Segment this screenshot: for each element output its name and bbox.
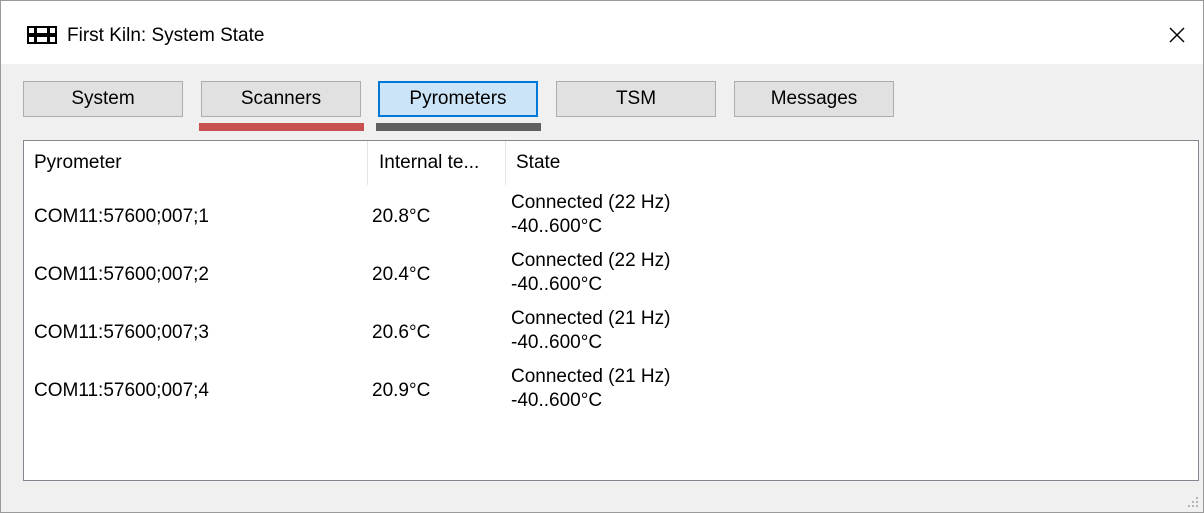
table-row[interactable]: COM11:57600;007;3 20.6°C Connected (21 H…: [24, 301, 1198, 359]
tab-bar: System Scanners Pyrometers TSM Messages: [1, 64, 1203, 139]
tab-system[interactable]: System: [23, 81, 183, 117]
pyrometers-status-bar: [376, 123, 541, 131]
resize-grip-icon[interactable]: [1185, 494, 1199, 508]
tab-messages[interactable]: Messages: [734, 81, 894, 117]
pyrometer-id: COM11:57600;007;1: [34, 206, 209, 227]
table-row[interactable]: COM11:57600;007;1 20.8°C Connected (22 H…: [24, 185, 1198, 243]
title-bar: First Kiln: System State: [1, 1, 1203, 64]
table-row[interactable]: COM11:57600;007;4 20.9°C Connected (21 H…: [24, 359, 1198, 417]
state-status: Connected (22 Hz): [511, 192, 671, 213]
pyrometer-id: COM11:57600;007;3: [34, 322, 209, 343]
state-status: Connected (21 Hz): [511, 366, 671, 387]
state-range: -40..600°C: [511, 332, 603, 353]
pyrometer-id: COM11:57600;007;4: [34, 380, 209, 401]
internal-temp: 20.6°C: [372, 322, 431, 343]
column-divider[interactable]: [367, 141, 368, 185]
state-range: -40..600°C: [511, 216, 603, 237]
tab-pyrometers[interactable]: Pyrometers: [378, 81, 538, 117]
internal-temp: 20.8°C: [372, 206, 431, 227]
state-status: Connected (22 Hz): [511, 250, 671, 271]
tab-tsm[interactable]: TSM: [556, 81, 716, 117]
system-state-window: First Kiln: System State System Scanners…: [0, 0, 1204, 513]
state-range: -40..600°C: [511, 390, 603, 411]
scanners-status-bar: [199, 123, 364, 131]
window-title: First Kiln: System State: [67, 25, 265, 46]
pyrometer-id: COM11:57600;007;2: [34, 264, 209, 285]
tab-scanners[interactable]: Scanners: [201, 81, 361, 117]
kiln-app-icon: [27, 26, 57, 44]
internal-temp: 20.9°C: [372, 380, 431, 401]
internal-temp: 20.4°C: [372, 264, 431, 285]
column-header-internal-temp[interactable]: Internal te...: [379, 141, 504, 185]
list-header: Pyrometer Internal te... State: [24, 141, 1198, 185]
column-header-pyrometer[interactable]: Pyrometer: [34, 141, 366, 185]
column-header-state[interactable]: State: [516, 141, 816, 185]
pyrometer-list[interactable]: Pyrometer Internal te... State COM11:576…: [23, 140, 1199, 481]
close-button[interactable]: [1159, 17, 1195, 53]
state-range: -40..600°C: [511, 274, 603, 295]
table-row[interactable]: COM11:57600;007;2 20.4°C Connected (22 H…: [24, 243, 1198, 301]
state-status: Connected (21 Hz): [511, 308, 671, 329]
column-divider[interactable]: [505, 141, 506, 185]
